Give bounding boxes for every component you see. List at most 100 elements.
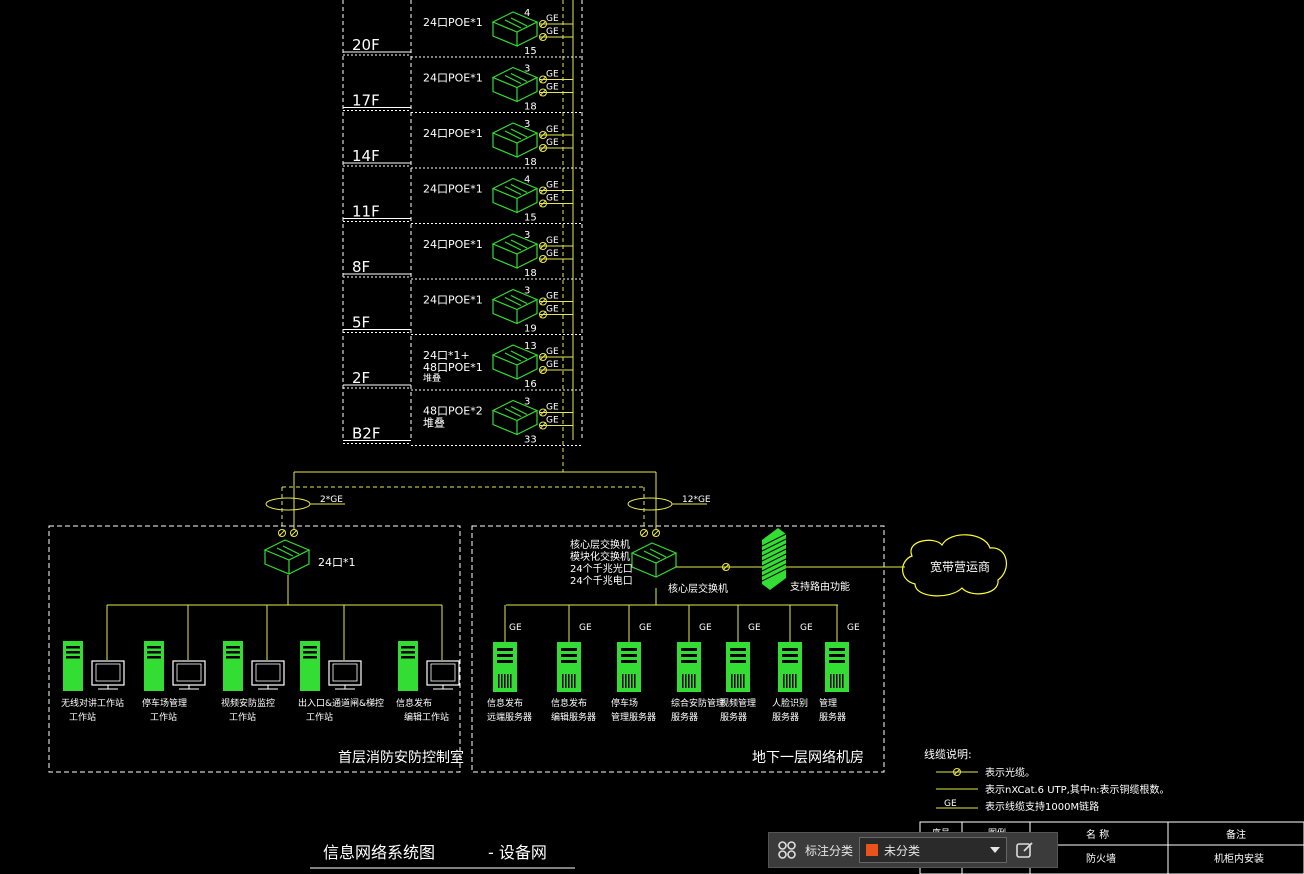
server-label: 停车场 [611, 697, 638, 709]
floor-upper-count: 3 [524, 286, 530, 297]
core-label: 核心层交换机 [668, 582, 728, 595]
cable-legend: 线缆说明:表示光缆。表示nXCat.6 UTP,其中n:表示铜缆根数。GE 表示线… [924, 747, 1170, 813]
left-switch-label: 24口*1 [318, 556, 356, 569]
server-ge-label: GE [579, 623, 592, 633]
server-vent [562, 674, 564, 688]
server-slot [497, 660, 513, 663]
switch-arrows [276, 545, 300, 557]
floor-upper-count: 4 [524, 8, 530, 19]
category-dropdown[interactable]: 未分类 [859, 837, 1008, 863]
switch-top [491, 66, 539, 89]
floor-ge-label: GE [546, 125, 559, 135]
server-vent [795, 674, 797, 688]
pc-slot [147, 656, 161, 659]
network-diagram: 20F 24口POE*1 4 15 GE GE 17F 24口POE*1 3 18 GE GE 14F 2… [48, 0, 1304, 874]
floor-ge-label: GE [546, 305, 559, 315]
floor-label: 5F [352, 314, 370, 332]
server-vent [568, 674, 570, 688]
switch-icon [491, 288, 539, 325]
floor-ge-label: GE [546, 347, 559, 357]
floor-upper-count: 4 [524, 175, 530, 186]
pc-slot [226, 646, 240, 649]
workstation-label: 无线对讲工作站 [61, 697, 124, 709]
server-slot [782, 660, 798, 663]
server-slot [730, 654, 746, 657]
monitor [328, 660, 362, 686]
floor-lower-count: 18 [524, 157, 537, 168]
server-vent [498, 674, 500, 688]
workstation-label: 视频安防监控 [221, 697, 275, 709]
floor-lower-count: 19 [524, 324, 537, 335]
category-selected: 未分类 [884, 843, 921, 858]
right-room-title: 地下一层网络机房 [752, 750, 864, 766]
floor-switch-label2: 堆叠 [423, 417, 445, 430]
server-vent [743, 674, 745, 688]
server-label: 人脸识别 [772, 697, 808, 709]
switch-arrows [504, 405, 528, 418]
monitor [172, 660, 206, 686]
switch-arrows [504, 183, 528, 196]
floor-switch-label: 24口POE*1 [423, 183, 483, 196]
server-label2: 管理服务器 [611, 711, 656, 723]
core-desc: 模块化交换机 [570, 550, 630, 563]
server-slot [561, 660, 577, 663]
workstation-label2: 工作站 [306, 711, 333, 723]
pc-slot [303, 646, 317, 649]
floor-lower-count: 18 [524, 268, 537, 279]
floor-switch-label3: 堆叠 [423, 373, 441, 384]
table-header-note: 备注 [1226, 828, 1246, 841]
drawing-title: 信息网络系统图 [323, 843, 435, 862]
floor-label: 17F [352, 92, 380, 110]
right-network-room: 核心层交换机模块化交换机24个千兆光口24个千兆电口核心层交换机 支持路由功能宽带… [471, 525, 1007, 773]
floor-label: 2F [352, 369, 370, 387]
fiber-slash [278, 529, 286, 537]
server-slot [829, 648, 845, 651]
chevron-down-icon [990, 847, 1001, 853]
workstation-label2: 工作站 [69, 711, 96, 723]
switch-icon [630, 542, 678, 578]
server-slot [561, 648, 577, 651]
server-vent [625, 674, 627, 688]
server-slot [621, 648, 637, 651]
workstation-icon [223, 641, 285, 691]
switch-icon [491, 66, 539, 103]
floor-label: 14F [352, 147, 380, 165]
pc-slot [401, 646, 415, 649]
legend-fiber-text: 表示光缆。 [985, 766, 1035, 779]
floor-lower-count: 18 [524, 102, 537, 113]
grid-icon[interactable] [775, 838, 799, 862]
server-label2: 服务器 [671, 711, 698, 723]
server-label2: 服务器 [772, 711, 799, 723]
table-cell-note: 机柜内安装 [1214, 852, 1264, 865]
isp-label: 宽带营运商 [930, 559, 990, 574]
server-label: 综合安防管理 [671, 697, 725, 709]
floor-lower-count: 33 [524, 435, 537, 446]
server-label2: 服务器 [720, 711, 747, 723]
server-vent [510, 674, 512, 688]
server-slot [681, 654, 697, 657]
firewall-icon [761, 528, 787, 590]
switch-top [491, 233, 539, 255]
server-vent [565, 674, 567, 688]
server-vent [842, 674, 844, 688]
left-control-room: 24口*1 无线对讲工作站工作站 停车场管理工作站 视频安防监控工作站 出入口&通道闸&… [48, 525, 464, 773]
server-slot [681, 660, 697, 663]
drawing-subtitle: - 设备网 [488, 843, 547, 862]
fiber-slash [640, 529, 648, 537]
floor-ge-label: GE [546, 14, 559, 24]
server-vent [688, 674, 690, 688]
server-vent [694, 674, 696, 688]
switch-front [492, 355, 518, 380]
bundle-right [627, 497, 673, 511]
server-vent [682, 674, 684, 688]
switch-front [492, 77, 518, 103]
server-label2: 远端服务器 [487, 711, 532, 723]
floor-ge-label: GE [546, 83, 559, 93]
server-vent [839, 674, 841, 688]
edit-icon[interactable] [1013, 838, 1037, 862]
legend-utp-text: 表示nXCat.6 UTP,其中n:表示铜缆根数。 [985, 783, 1170, 796]
server-slot [730, 660, 746, 663]
monitor-screen [430, 663, 456, 682]
server-vent [622, 674, 624, 688]
floor-label: 20F [352, 36, 380, 54]
